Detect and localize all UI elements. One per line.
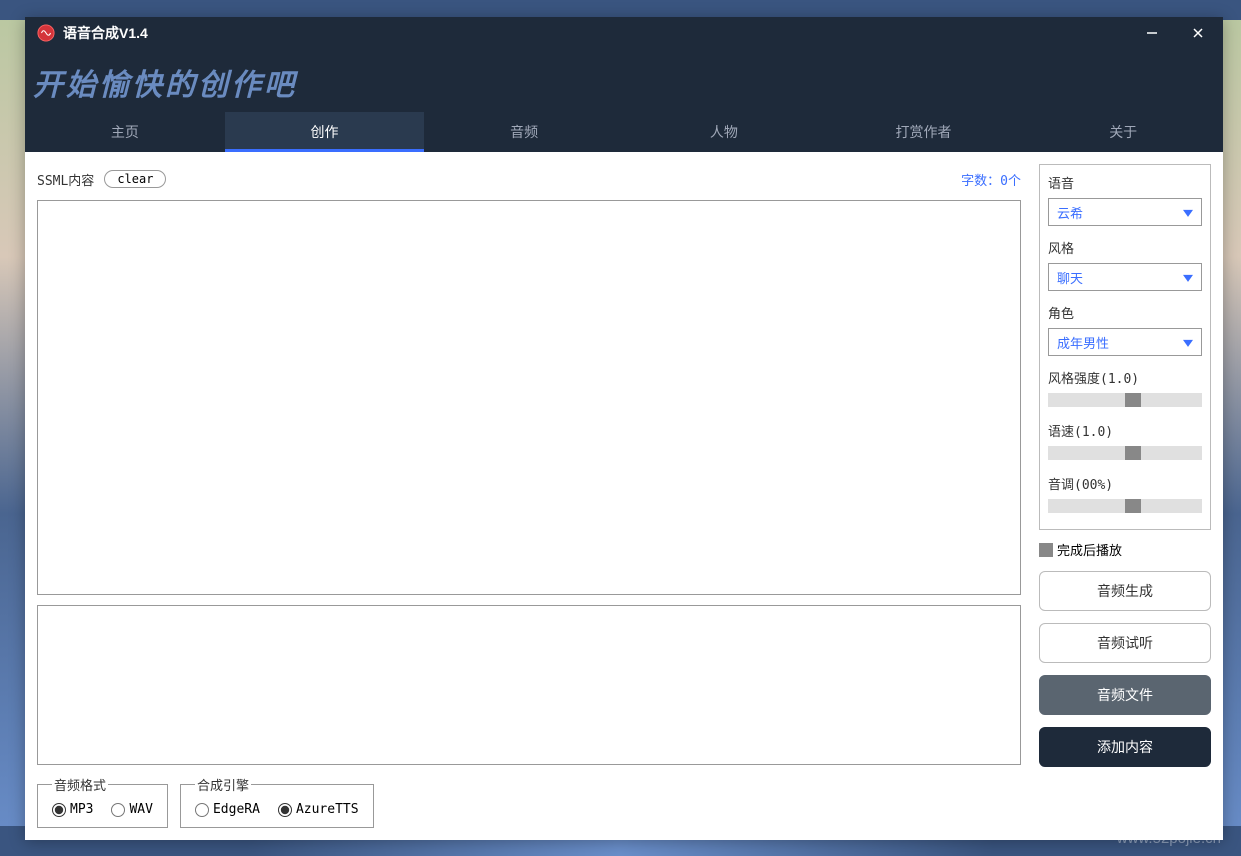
- degree-slider-thumb[interactable]: [1125, 393, 1141, 407]
- header: 开始愉快的创作吧 主页 创作 音频 人物 打赏作者 关于: [25, 48, 1223, 152]
- app-window: 语音合成V1.4 开始愉快的创作吧 主页 创作 音频 人物 打赏作者 关于 SS…: [25, 17, 1223, 840]
- voice-label: 语音: [1048, 173, 1202, 192]
- role-label: 角色: [1048, 303, 1202, 322]
- play-after-row[interactable]: 完成后播放: [1039, 540, 1211, 559]
- tab-about[interactable]: 关于: [1023, 112, 1223, 152]
- voice-select[interactable]: 云希: [1048, 198, 1202, 226]
- radio-wav-label: WAV: [129, 802, 152, 817]
- generate-button[interactable]: 音频生成: [1039, 571, 1211, 611]
- rate-label: 语速(1.0): [1048, 421, 1202, 440]
- app-icon: [37, 24, 55, 42]
- audio-file-button[interactable]: 音频文件: [1039, 675, 1211, 715]
- radio-azuretts-label: AzureTTS: [296, 802, 359, 817]
- minimize-button[interactable]: [1143, 24, 1161, 42]
- clear-button[interactable]: clear: [104, 170, 166, 188]
- style-label: 风格: [1048, 238, 1202, 257]
- degree-label: 风格强度(1.0): [1048, 368, 1202, 387]
- add-content-button[interactable]: 添加内容: [1039, 727, 1211, 767]
- voice-select-value: 云希: [1057, 203, 1083, 222]
- right-panel: 语音 云希 风格 聊天 角色 成年男性 风格强度(1.0) 语速(1.0): [1039, 164, 1211, 828]
- options-box: 语音 云希 风格 聊天 角色 成年男性 风格强度(1.0) 语速(1.0): [1039, 164, 1211, 530]
- app-title: 语音合成V1.4: [63, 23, 1143, 43]
- radio-wav-input[interactable]: [111, 803, 125, 817]
- radio-mp3-label: MP3: [70, 802, 93, 817]
- tab-characters[interactable]: 人物: [624, 112, 824, 152]
- close-button[interactable]: [1189, 24, 1207, 42]
- role-select[interactable]: 成年男性: [1048, 328, 1202, 356]
- ssml-label: SSML内容: [37, 170, 94, 189]
- titlebar: 语音合成V1.4: [25, 17, 1223, 48]
- pitch-slider[interactable]: [1048, 499, 1202, 513]
- degree-slider[interactable]: [1048, 393, 1202, 407]
- play-after-checkbox[interactable]: [1039, 543, 1053, 557]
- radio-mp3[interactable]: MP3: [52, 802, 93, 817]
- engine-legend: 合成引擎: [195, 775, 251, 794]
- style-select[interactable]: 聊天: [1048, 263, 1202, 291]
- left-panel: SSML内容 clear 字数：0个 音频格式 MP3: [37, 164, 1021, 828]
- engine-group: 合成引擎 EdgeRA AzureTTS: [180, 775, 374, 828]
- radio-edgera-input[interactable]: [195, 803, 209, 817]
- tab-audio[interactable]: 音频: [424, 112, 624, 152]
- tab-home[interactable]: 主页: [25, 112, 225, 152]
- rate-slider[interactable]: [1048, 446, 1202, 460]
- bottom-option-groups: 音频格式 MP3 WAV 合成引擎: [37, 775, 1021, 828]
- audio-format-legend: 音频格式: [52, 775, 108, 794]
- slogan-text: 开始愉快的创作吧: [25, 48, 1223, 112]
- window-controls: [1143, 24, 1207, 42]
- style-select-value: 聊天: [1057, 268, 1083, 287]
- preview-button[interactable]: 音频试听: [1039, 623, 1211, 663]
- role-select-value: 成年男性: [1057, 333, 1109, 352]
- tab-donate[interactable]: 打赏作者: [824, 112, 1024, 152]
- ssml-header: SSML内容 clear 字数：0个: [37, 164, 1021, 194]
- pitch-slider-thumb[interactable]: [1125, 499, 1141, 513]
- audio-format-group: 音频格式 MP3 WAV: [37, 775, 168, 828]
- ssml-input[interactable]: [37, 200, 1021, 595]
- tab-create[interactable]: 创作: [225, 112, 425, 152]
- tab-bar: 主页 创作 音频 人物 打赏作者 关于: [25, 112, 1223, 152]
- radio-edgera[interactable]: EdgeRA: [195, 802, 260, 817]
- radio-edgera-label: EdgeRA: [213, 802, 260, 817]
- rate-slider-thumb[interactable]: [1125, 446, 1141, 460]
- radio-azuretts-input[interactable]: [278, 803, 292, 817]
- output-box[interactable]: [37, 605, 1021, 765]
- word-count: 字数：0个: [961, 170, 1021, 189]
- pitch-label: 音调(00%): [1048, 474, 1202, 493]
- play-after-label: 完成后播放: [1057, 540, 1122, 559]
- content-area: SSML内容 clear 字数：0个 音频格式 MP3: [25, 152, 1223, 840]
- radio-azuretts[interactable]: AzureTTS: [278, 802, 359, 817]
- radio-wav[interactable]: WAV: [111, 802, 152, 817]
- radio-mp3-input[interactable]: [52, 803, 66, 817]
